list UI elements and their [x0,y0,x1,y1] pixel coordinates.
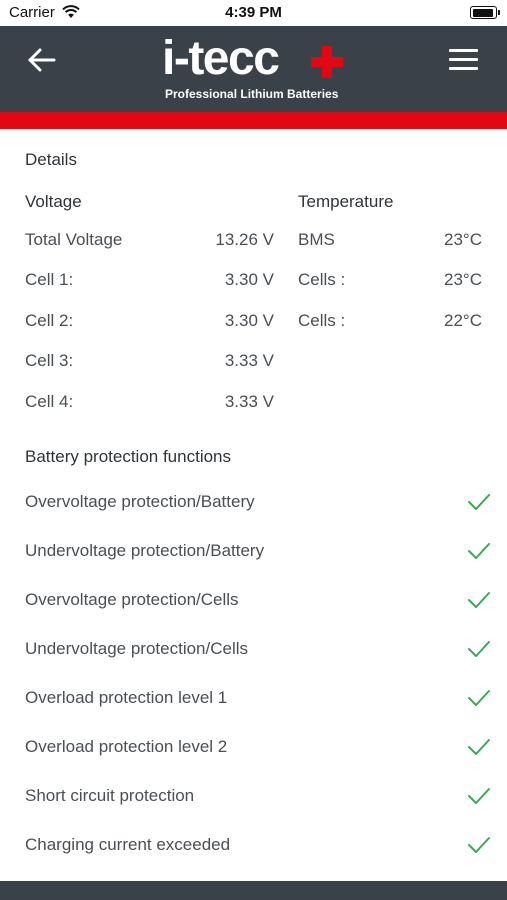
protection-item: Undervoltage protection/Cells [0,639,507,669]
logo-tagline: Professional Lithium Batteries [165,87,339,101]
voltage-row-label: Cell 1: [25,270,74,289]
voltage-row-label: Cell 2: [25,311,74,330]
check-icon [468,788,490,804]
temperature-row-label: Cells : [298,270,346,289]
brand-logo: i-tecc Professional Lithium Batteries [162,32,347,108]
temperature-row-value: 23°C [444,270,482,289]
protection-item: Charging current exceeded [0,835,507,865]
protection-item: Undervoltage protection/Battery [0,541,507,571]
protection-item: Short circuit protection [0,786,507,816]
protection-label: Undervoltage protection/Battery [25,541,265,560]
check-icon [468,739,490,755]
status-bar: Carrier 4:39 PM [0,0,507,26]
check-icon [468,690,490,706]
protection-title: Battery protection functions [25,447,232,466]
app-header: i-tecc Professional Lithium Batteries [0,26,507,112]
bottom-bar [0,881,507,900]
voltage-row-value: 3.33 V [224,351,274,370]
protection-label: Overload protection level 1 [25,688,228,707]
battery-icon [470,6,500,19]
check-icon [468,543,490,559]
voltage-row-value: 13.26 V [215,230,274,249]
check-icon [468,494,490,510]
hamburger-menu-icon[interactable] [449,49,481,75]
protection-label: Overvoltage protection/Battery [25,492,255,511]
clock: 4:39 PM [225,4,282,21]
protection-item: Overload protection level 2 [0,737,507,767]
temperature-row-value: 22°C [444,311,482,330]
protection-item: Overvoltage protection/Battery [0,492,507,522]
voltage-row-label: Cell 3: [25,351,74,370]
back-arrow-icon[interactable] [26,46,60,74]
protection-item: Overload protection level 1 [0,688,507,718]
temperature-heading: Temperature [298,192,394,211]
protection-label: Overload protection level 2 [25,737,228,756]
voltage-heading: Voltage [25,192,82,211]
details-title: Details [25,150,77,169]
temperature-row-value: 23°C [444,230,482,249]
logo-wordmark: i-tecc [162,32,280,85]
check-icon [468,837,490,853]
plus-icon [311,46,343,78]
temperature-row-label: Cells : [298,311,346,330]
protection-label: Charging current exceeded [25,835,231,854]
check-icon [468,641,490,657]
protection-label: Undervoltage protection/Cells [25,639,249,658]
voltage-row-value: 3.30 V [224,311,274,330]
protection-label: Short circuit protection [25,786,195,805]
protection-item: Overvoltage protection/Cells [0,590,507,620]
voltage-row-value: 3.33 V [224,392,274,411]
voltage-row-label: Cell 4: [25,392,74,411]
check-icon [468,592,490,608]
accent-stripe [0,112,507,129]
protection-label: Overvoltage protection/Cells [25,590,239,609]
voltage-row-label: Total Voltage [25,230,123,249]
voltage-row-value: 3.30 V [224,270,274,289]
temperature-row-label: BMS [298,230,335,249]
